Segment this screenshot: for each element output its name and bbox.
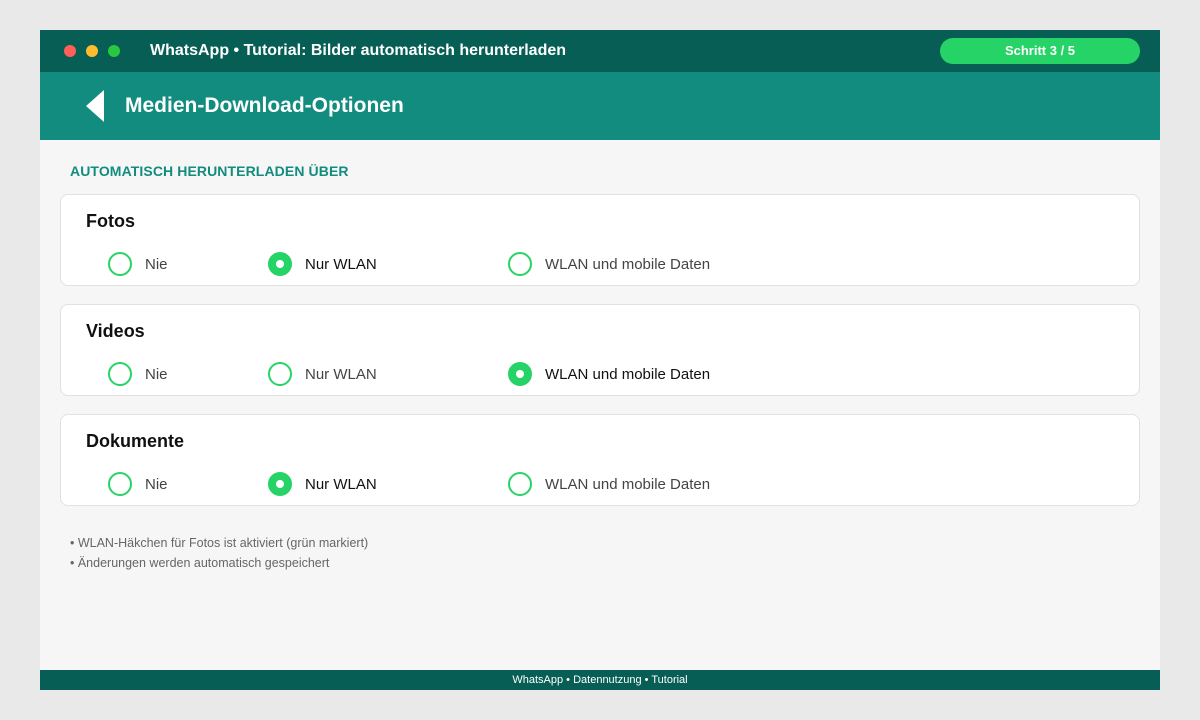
minimize-window-button[interactable] <box>86 45 98 57</box>
option-label: WLAN und mobile Daten <box>545 256 711 273</box>
step-indicator-badge: Schritt 3 / 5 <box>940 38 1140 64</box>
radio-button[interactable] <box>268 362 292 386</box>
option-label: Nie <box>145 366 168 383</box>
option-label: Nur WLAN <box>305 366 377 383</box>
title-bar: WhatsApp • Tutorial: Bilder automatisch … <box>40 30 1160 72</box>
media-type-title: Videos <box>86 321 145 341</box>
window-title: WhatsApp • Tutorial: Bilder automatisch … <box>150 42 567 59</box>
app-window: WhatsApp • Tutorial: Bilder automatisch … <box>40 30 1160 690</box>
media-type-title: Fotos <box>86 211 135 231</box>
radio-button[interactable] <box>108 252 132 276</box>
option-label: Nur WLAN <box>305 256 377 273</box>
close-window-button[interactable] <box>64 45 76 57</box>
radio-button[interactable] <box>508 472 532 496</box>
note-item: • WLAN-Häkchen für Fotos ist aktiviert (… <box>70 536 369 550</box>
radio-button[interactable] <box>108 362 132 386</box>
media-card-fotos: Fotos Nie Nur WLAN WLAN und mobile Daten <box>60 194 1140 286</box>
option-label: Nie <box>145 256 168 273</box>
radio-button[interactable] <box>508 362 532 386</box>
media-card-dokumente: Dokumente Nie Nur WLAN WLAN und mobile D… <box>60 414 1140 506</box>
back-button[interactable] <box>80 86 120 126</box>
media-type-title: Dokumente <box>86 431 185 451</box>
media-card-videos: Videos Nie Nur WLAN WLAN und mobile Date… <box>60 304 1140 396</box>
section-heading: AUTOMATISCH HERUNTERLADEN ÜBER <box>70 163 349 179</box>
app-bar: Medien-Download-Optionen <box>40 72 1160 140</box>
radio-button[interactable] <box>268 472 292 496</box>
note-item: • Änderungen werden automatisch gespeich… <box>70 556 330 570</box>
radio-button[interactable] <box>108 472 132 496</box>
radio-button[interactable] <box>508 252 532 276</box>
info-notes: • WLAN-Häkchen für Fotos ist aktiviert (… <box>70 533 368 573</box>
maximize-window-button[interactable] <box>108 45 120 57</box>
radio-button[interactable] <box>268 252 292 276</box>
page-title: Medien-Download-Optionen <box>125 94 404 117</box>
back-arrow-icon <box>86 90 104 122</box>
footer-bar: WhatsApp • Datennutzung • Tutorial <box>40 670 1160 690</box>
option-label: Nur WLAN <box>305 476 377 493</box>
option-label: WLAN und mobile Daten <box>545 366 711 383</box>
option-label: Nie <box>145 476 168 493</box>
option-label: WLAN und mobile Daten <box>545 476 711 493</box>
